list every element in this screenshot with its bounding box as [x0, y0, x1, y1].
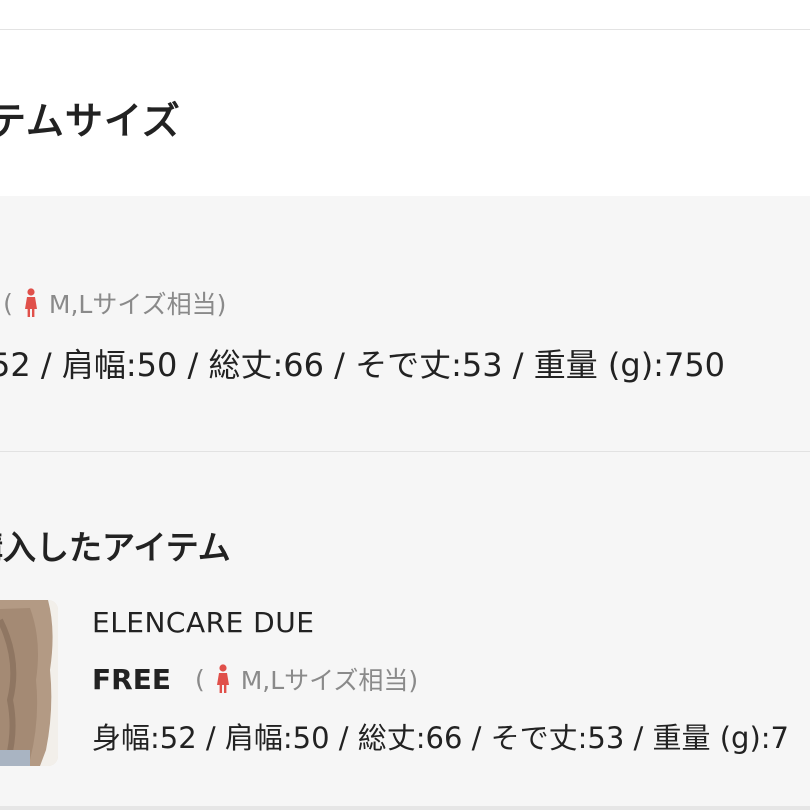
size-note-open-paren: ( — [3, 288, 13, 318]
item-size-note: ( M,Lサイズ相当) — [195, 661, 418, 697]
section-title-item-size: テムサイズ — [0, 99, 181, 143]
purchased-items-title: 購入したアイテム — [0, 528, 231, 567]
woman-figure-icon — [24, 288, 37, 317]
item-thumbnail-image — [0, 600, 58, 766]
item-size-note-open-paren: ( — [194, 664, 205, 694]
item-measurements: 身幅:52 / 肩幅:50 / 総丈:66 / そで丈:53 / 重量 (g):… — [92, 721, 789, 755]
item-thumbnail[interactable] — [0, 600, 58, 766]
size-label-row: E ( M,Lサイズ相当) — [0, 285, 226, 321]
item-brand-name[interactable]: ELENCARE DUE — [92, 606, 314, 639]
size-note: ( M,Lサイズ相当) — [3, 285, 226, 321]
woman-figure-icon — [216, 664, 229, 693]
size-measurements: 52 / 肩幅:50 / 総丈:66 / そで丈:53 / 重量 (g):750 — [0, 346, 726, 384]
bottom-divider — [0, 806, 810, 810]
item-size-row: FREE ( M,Lサイズ相当) — [92, 661, 418, 697]
top-divider-strip — [0, 0, 810, 30]
item-size-label: FREE — [92, 662, 171, 696]
size-note-text: M,Lサイズ相当) — [48, 290, 227, 319]
size-info-panel — [0, 196, 810, 452]
item-size-note-text: M,Lサイズ相当) — [240, 666, 419, 695]
